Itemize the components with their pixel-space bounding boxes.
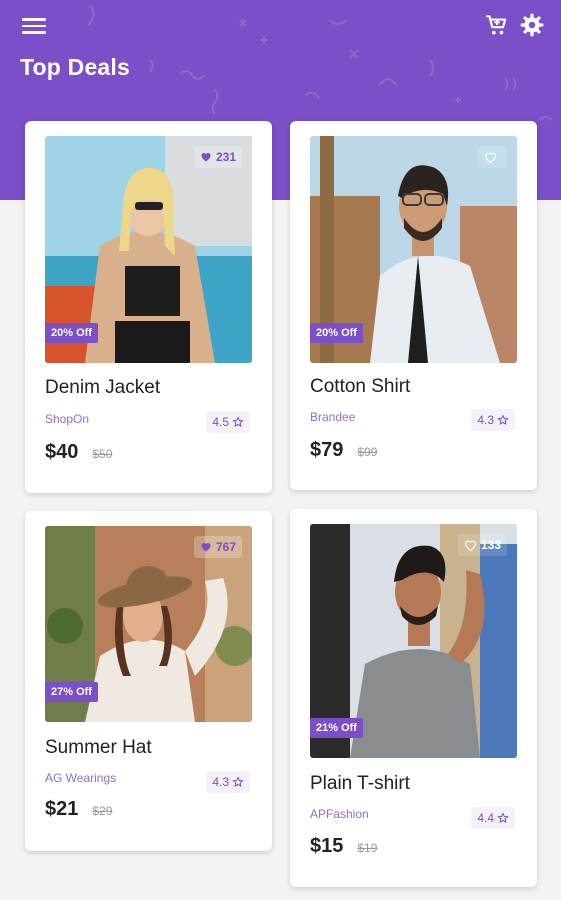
product-image: 231 20% Off (45, 136, 252, 363)
star-icon (232, 776, 244, 787)
settings-button[interactable] (519, 12, 545, 38)
cart-icon (486, 15, 507, 35)
rating-value: 4.4 (477, 811, 494, 825)
product-image: 20% Off (310, 136, 517, 363)
page-title: Top Deals (20, 54, 131, 80)
discount-badge: 20% Off (45, 323, 98, 343)
original-price: $29 (92, 804, 113, 818)
rating-value: 4.5 (212, 415, 229, 429)
heart-outline-icon (465, 540, 476, 551)
heart-outline-icon (485, 152, 496, 163)
star-icon (497, 414, 509, 425)
cart-button[interactable] (483, 12, 509, 38)
brand-name: APFashion (310, 807, 369, 821)
product-card[interactable]: 767 27% Off Summer Hat AG Wearings 4.3 $… (25, 511, 272, 851)
likes-count: 231 (215, 150, 236, 164)
price-row: $15 $19 (310, 835, 377, 858)
product-card[interactable]: 231 20% Off Denim Jacket ShopOn 4.5 $40 … (25, 121, 272, 493)
discount-badge: 21% Off (310, 718, 363, 738)
rating-badge: 4.3 (206, 771, 250, 793)
product-card[interactable]: 133 21% Off Plain T-shirt APFashion 4.4 … (290, 509, 537, 887)
star-icon (232, 416, 244, 427)
product-name: Summer Hat (45, 737, 152, 758)
product-name: Denim Jacket (45, 377, 161, 398)
product-card[interactable]: 20% Off Cotton Shirt Brandee 4.3 $79 $99 (290, 121, 537, 490)
price: $21 (45, 798, 79, 820)
heart-icon (201, 543, 211, 552)
likes-button[interactable]: 231 (193, 146, 242, 168)
rating-value: 4.3 (477, 413, 494, 427)
product-image: 133 21% Off (310, 524, 517, 758)
discount-badge: 27% Off (45, 682, 98, 702)
brand-name: Brandee (310, 410, 356, 424)
price: $15 (310, 835, 344, 857)
price-row: $40 $50 (45, 441, 112, 464)
price: $40 (45, 441, 79, 463)
product-image: 767 27% Off (45, 526, 252, 722)
rating-badge: 4.3 (471, 409, 515, 431)
discount-badge: 20% Off (310, 323, 363, 343)
settings-icon (520, 13, 544, 37)
original-price: $50 (92, 447, 113, 461)
likes-button[interactable]: 767 (193, 536, 242, 558)
price-row: $21 $29 (45, 798, 112, 821)
likes-count: 767 (215, 540, 236, 554)
menu-button[interactable] (22, 14, 46, 36)
menu-icon-bar (22, 18, 46, 21)
original-price: $99 (357, 445, 378, 459)
rating-value: 4.3 (212, 775, 229, 789)
price: $79 (310, 439, 344, 461)
price-row: $79 $99 (310, 439, 377, 462)
likes-count: 133 (480, 538, 501, 552)
star-icon (497, 812, 509, 823)
likes-button[interactable] (478, 146, 507, 168)
product-name: Cotton Shirt (310, 376, 411, 397)
brand-name: AG Wearings (45, 771, 117, 785)
rating-badge: 4.4 (471, 807, 515, 829)
product-name: Plain T-shirt (310, 773, 410, 794)
rating-badge: 4.5 (206, 411, 250, 433)
original-price: $19 (357, 841, 378, 855)
likes-button[interactable]: 133 (457, 534, 507, 556)
heart-icon (201, 153, 211, 162)
menu-icon-bar (22, 31, 46, 34)
brand-name: ShopOn (45, 412, 90, 426)
menu-icon-bar (22, 24, 46, 27)
